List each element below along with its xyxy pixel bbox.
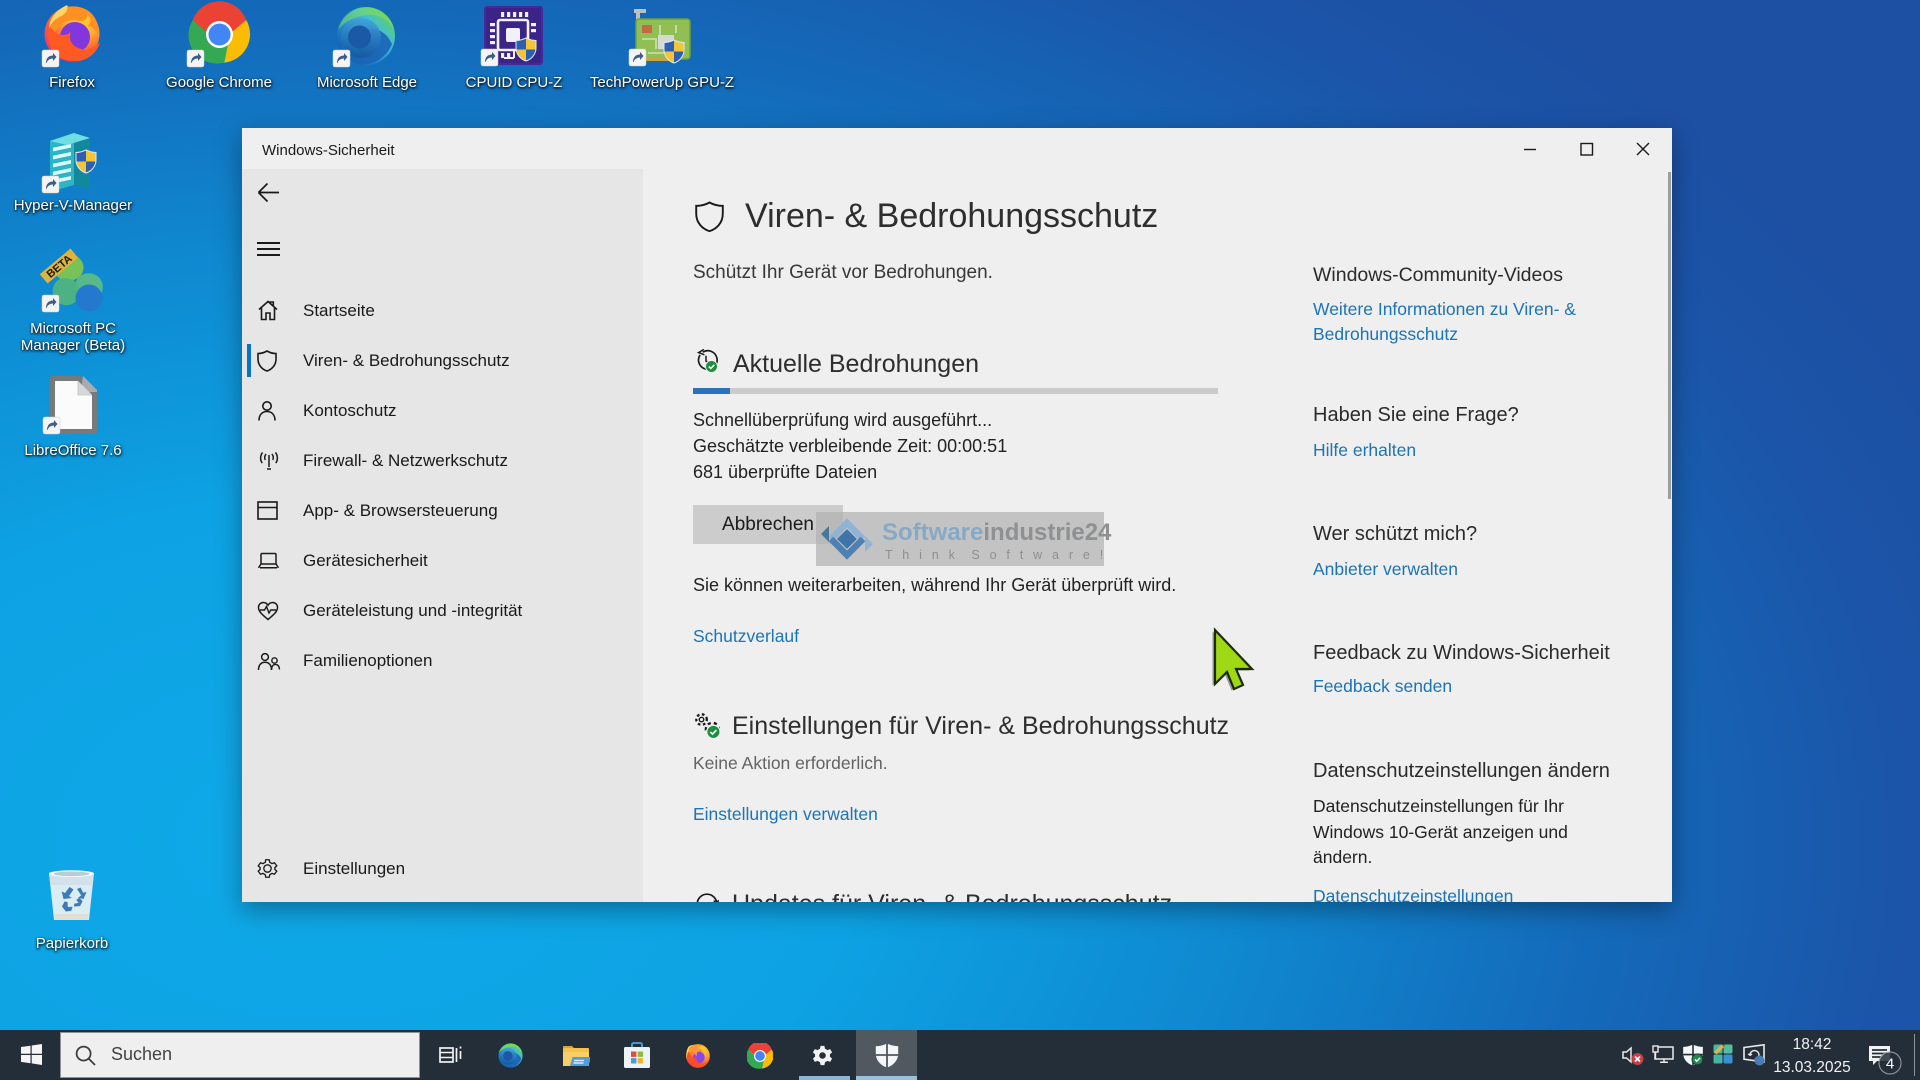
svg-text:4: 4 <box>1886 1056 1894 1073</box>
